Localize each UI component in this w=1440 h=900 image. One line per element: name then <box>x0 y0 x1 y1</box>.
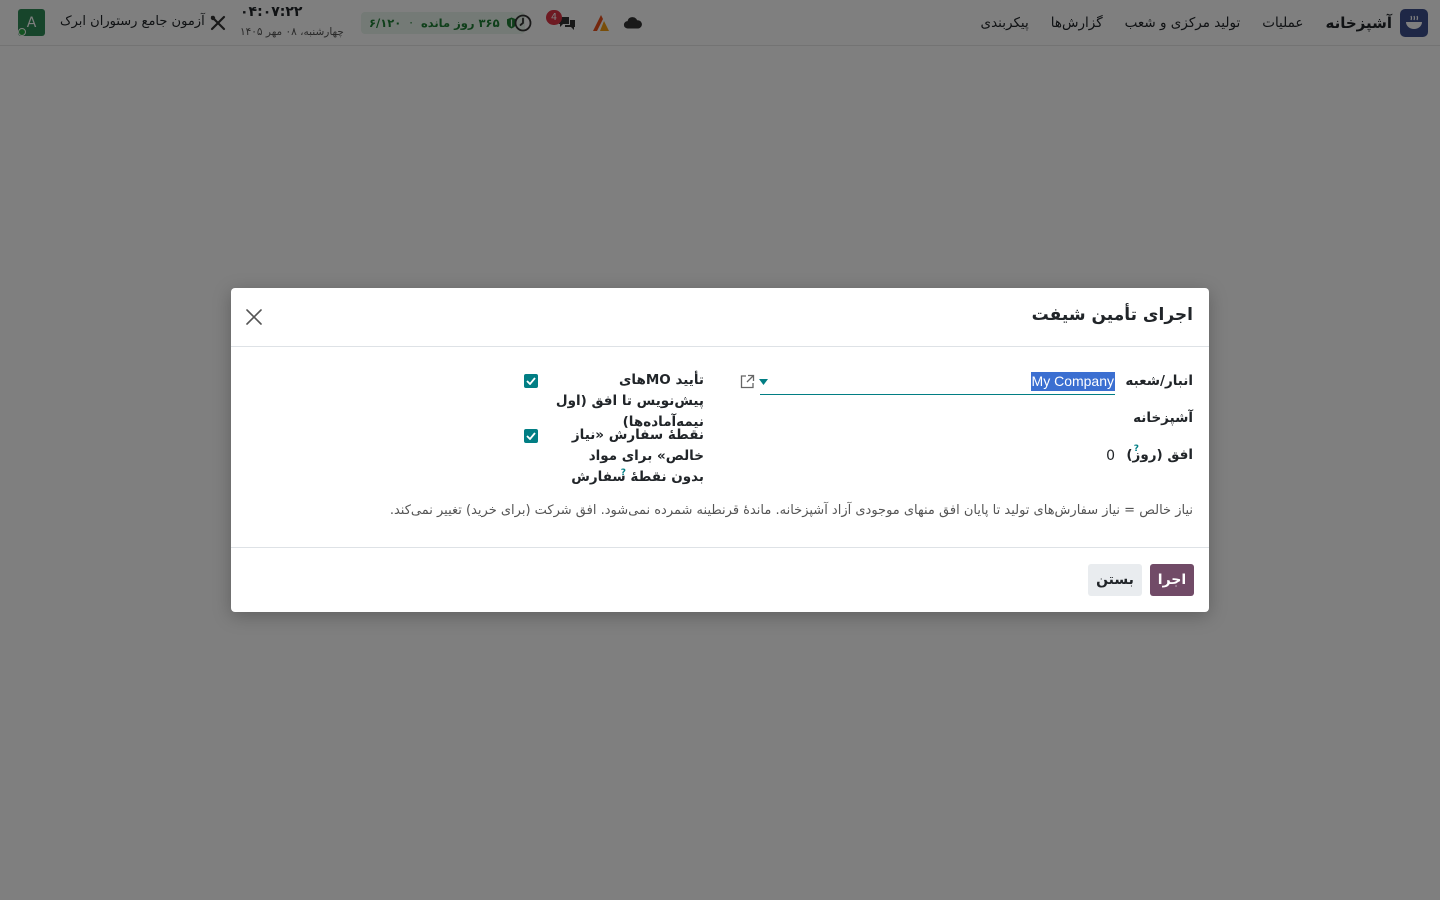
net-need-help-text: نیاز خالص = نیاز سفارش‌های تولید تا پایا… <box>389 503 1193 518</box>
close-button[interactable]: بستن <box>1088 564 1142 596</box>
shift-supply-dialog: اجرای تأمین شیفت انبار/شعبه My Company آ… <box>231 288 1209 612</box>
net-need-reorder-label: نقطهٔ سفارش «نیاز خالص» برای مواد بدون ن… <box>571 427 704 485</box>
horizon-help-icon[interactable]: ? <box>1134 444 1139 454</box>
confirm-draft-mo-checkbox[interactable] <box>524 374 538 388</box>
checkmark-icon <box>526 432 536 440</box>
horizon-input[interactable]: 0 <box>1106 448 1115 464</box>
run-button[interactable]: اجرا <box>1150 564 1194 596</box>
confirm-draft-mo-label: تأیید MOهای پیش‌نویس تا افق (اول نیمه‌آم… <box>555 372 704 430</box>
net-need-help-icon[interactable]: ? <box>621 468 626 478</box>
external-link-icon[interactable] <box>740 374 755 389</box>
dialog-footer: اجرا بستن <box>231 547 1209 612</box>
dialog-title: اجرای تأمین شیفت <box>1031 305 1193 325</box>
warehouse-label: انبار/شعبه <box>1125 373 1193 389</box>
kitchen-label: آشپزخانه <box>1133 410 1193 426</box>
chevron-down-icon[interactable] <box>759 379 768 385</box>
dialog-header: اجرای تأمین شیفت <box>231 288 1209 347</box>
warehouse-input-value[interactable]: My Company <box>1030 372 1115 391</box>
close-icon[interactable] <box>245 308 263 326</box>
net-need-reorder-checkbox[interactable] <box>524 429 538 443</box>
checkmark-icon <box>526 377 536 385</box>
